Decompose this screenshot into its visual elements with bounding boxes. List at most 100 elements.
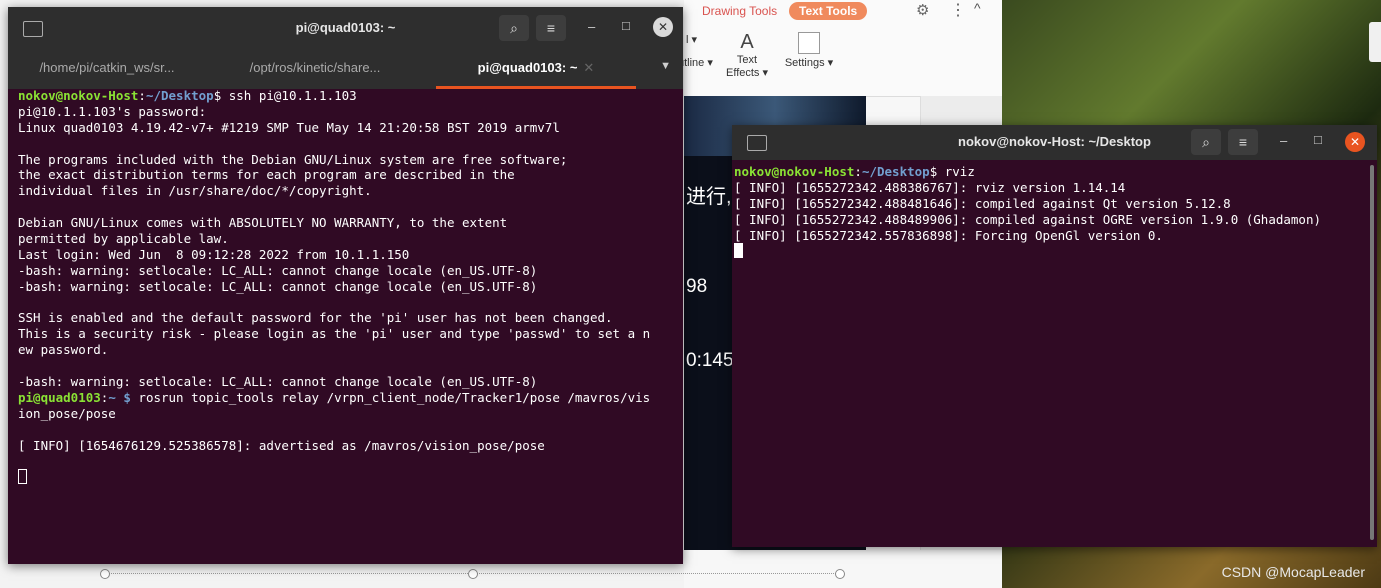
settings-button[interactable]: Settings ▾ <box>784 30 834 69</box>
resize-handle[interactable] <box>100 569 110 579</box>
terminal-line: nokov@nokov-Host:~/Desktop$ rviz <box>734 164 1371 180</box>
terminal-text: the exact distribution terms for each pr… <box>18 167 515 183</box>
terminal-line: -bash: warning: setlocale: LC_ALL: canno… <box>18 279 677 295</box>
tab-drawing-tools[interactable]: Drawing Tools <box>702 4 777 18</box>
resize-handle[interactable] <box>835 569 845 579</box>
terminal-line: Last login: Wed Jun 8 09:12:28 2022 from… <box>18 247 677 263</box>
side-tab[interactable] <box>1369 22 1381 62</box>
hamburger-menu-icon[interactable]: ≡ <box>1228 129 1258 155</box>
terminal-titlebar[interactable]: pi@quad0103: ~ ⌕ ≡ – □ ✕ <box>8 7 683 49</box>
hamburger-menu-icon[interactable]: ≡ <box>536 15 566 41</box>
prompt-path: ~ $ <box>108 389 131 405</box>
tab-close-icon[interactable]: ✕ <box>583 60 594 75</box>
terminal-line: [ INFO] [1655272342.488386767]: rviz ver… <box>734 180 1371 196</box>
terminal-line: [ INFO] [1655272342.557836898]: Forcing … <box>734 228 1371 244</box>
terminal-line: individual files in /usr/share/doc/*/cop… <box>18 183 677 199</box>
gear-icon[interactable]: ⚙ <box>916 1 929 19</box>
terminal-line <box>18 469 677 485</box>
terminal-line: This is a security risk - please login a… <box>18 326 677 342</box>
terminal-titlebar[interactable]: nokov@nokov-Host: ~/Desktop ⌕ ≡ – □ ✕ <box>732 125 1377 160</box>
prompt-path: ~/Desktop <box>145 88 214 103</box>
terminal-text: individual files in /usr/share/doc/*/cop… <box>18 183 372 199</box>
terminal-text: ew password. <box>18 342 109 358</box>
minimize-icon[interactable]: – <box>1280 133 1287 148</box>
terminal-text: [ INFO] [1655272342.488481646]: compiled… <box>734 195 1231 211</box>
ribbon-partial-item[interactable]: l ▾ <box>686 33 697 46</box>
terminal-text: Last login: Wed Jun 8 09:12:28 2022 from… <box>18 246 410 262</box>
terminal-line: permitted by applicable law. <box>18 231 677 247</box>
terminal-output[interactable]: nokov@nokov-Host:~/Desktop$ rviz[ INFO] … <box>734 164 1371 259</box>
terminal-line: ion_pose/pose <box>18 406 677 422</box>
terminal-line: pi@10.1.1.103's password: <box>18 104 677 120</box>
scrollbar[interactable] <box>1370 165 1374 540</box>
more-options-icon[interactable]: ⋮ <box>950 0 966 20</box>
settings-icon <box>798 32 820 54</box>
slide-text: 98 <box>686 276 708 297</box>
text-cursor <box>734 243 743 259</box>
text-cursor <box>18 469 27 485</box>
terminal-line: The programs included with the Debian GN… <box>18 152 677 168</box>
text-effects-button[interactable]: A Text Effects ▾ <box>726 30 768 79</box>
terminal-text: SSH is enabled and the default password … <box>18 310 613 326</box>
terminal-line: -bash: warning: setlocale: LC_ALL: canno… <box>18 263 677 279</box>
terminal-text: rosrun topic_tools relay /vrpn_client_no… <box>130 389 651 405</box>
text-effects-icon: A <box>740 31 754 53</box>
watermark: CSDN @MocapLeader <box>1221 564 1365 580</box>
chevron-up-icon[interactable]: ^ <box>974 0 981 16</box>
terminal-text: Debian GNU/Linux comes with ABSOLUTELY N… <box>18 215 508 231</box>
maximize-icon[interactable]: □ <box>622 18 630 33</box>
terminal-text: : <box>854 164 862 179</box>
terminal-line: nokov@nokov-Host:~/Desktop$ ssh pi@10.1.… <box>18 88 677 104</box>
search-icon[interactable]: ⌕ <box>499 15 529 41</box>
terminal-line: SSH is enabled and the default password … <box>18 310 677 326</box>
terminal-text: -bash: warning: setlocale: LC_ALL: canno… <box>18 278 538 294</box>
outline-button[interactable]: utline ▾ <box>678 56 713 69</box>
tab-pi-quad[interactable]: pi@quad0103: ~ ✕ <box>436 49 636 89</box>
close-icon[interactable]: ✕ <box>1345 132 1365 152</box>
terminal-line: [ INFO] [1655272342.488489906]: compiled… <box>734 212 1371 228</box>
terminal-line: the exact distribution terms for each pr… <box>18 167 677 183</box>
maximize-icon[interactable]: □ <box>1314 132 1322 147</box>
tab-text-tools[interactable]: Text Tools <box>789 2 868 20</box>
terminal-line <box>734 243 1371 259</box>
terminal-text: : <box>138 88 146 103</box>
terminal-window-rviz[interactable]: nokov@nokov-Host: ~/Desktop ⌕ ≡ – □ ✕ no… <box>732 125 1377 547</box>
terminal-line: Linux quad0103 4.19.42-v7+ #1219 SMP Tue… <box>18 120 677 136</box>
tab-label: /home/pi/catkin_ws/sr... <box>39 60 175 75</box>
tab-label: pi@quad0103: ~ <box>477 60 578 75</box>
terminal-text: ion_pose/pose <box>18 405 116 421</box>
terminal-text: [ INFO] [1655272342.488386767]: rviz ver… <box>734 179 1126 195</box>
terminal-text: Linux quad0103 4.19.42-v7+ #1219 SMP Tue… <box>18 119 560 135</box>
tab-label: /opt/ros/kinetic/share... <box>249 60 381 75</box>
settings-label: Settings ▾ <box>784 57 834 69</box>
prompt-user: nokov@nokov-Host <box>734 164 855 179</box>
resize-handle[interactable] <box>468 569 478 579</box>
terminal-line: -bash: warning: setlocale: LC_ALL: canno… <box>18 374 677 390</box>
tab-catkin[interactable]: /home/pi/catkin_ws/sr... <box>8 49 206 89</box>
terminal-line: pi@quad0103:~ $ rosrun topic_tools relay… <box>18 390 677 406</box>
terminal-window-ssh[interactable]: pi@quad0103: ~ ⌕ ≡ – □ ✕ /home/pi/catkin… <box>8 7 683 564</box>
terminal-output[interactable]: nokov@nokov-Host:~/Desktop$ ssh pi@10.1.… <box>18 88 677 485</box>
tab-ros-share[interactable]: /opt/ros/kinetic/share... <box>216 49 414 89</box>
tab-bar: /home/pi/catkin_ws/sr... /opt/ros/kineti… <box>8 49 683 89</box>
minimize-icon[interactable]: – <box>588 19 595 34</box>
terminal-text: pi@10.1.1.103's password: <box>18 103 207 119</box>
search-icon[interactable]: ⌕ <box>1191 129 1221 155</box>
terminal-text: [ INFO] [1655272342.557836898]: Forcing … <box>734 227 1163 243</box>
chevron-down-icon[interactable]: ▼ <box>660 60 671 72</box>
text-effects-label2: Effects ▾ <box>726 67 769 79</box>
terminal-text: $ ssh pi@10.1.1.103 <box>213 88 357 103</box>
terminal-line: [ INFO] [1655272342.488481646]: compiled… <box>734 196 1371 212</box>
terminal-text: $ rviz <box>929 164 975 179</box>
terminal-text: -bash: warning: setlocale: LC_ALL: canno… <box>18 262 538 278</box>
close-icon[interactable]: ✕ <box>653 17 673 37</box>
terminal-text: -bash: warning: setlocale: LC_ALL: canno… <box>18 374 538 390</box>
terminal-text: permitted by applicable law. <box>18 231 229 247</box>
window-title: pi@quad0103: ~ <box>295 20 396 35</box>
